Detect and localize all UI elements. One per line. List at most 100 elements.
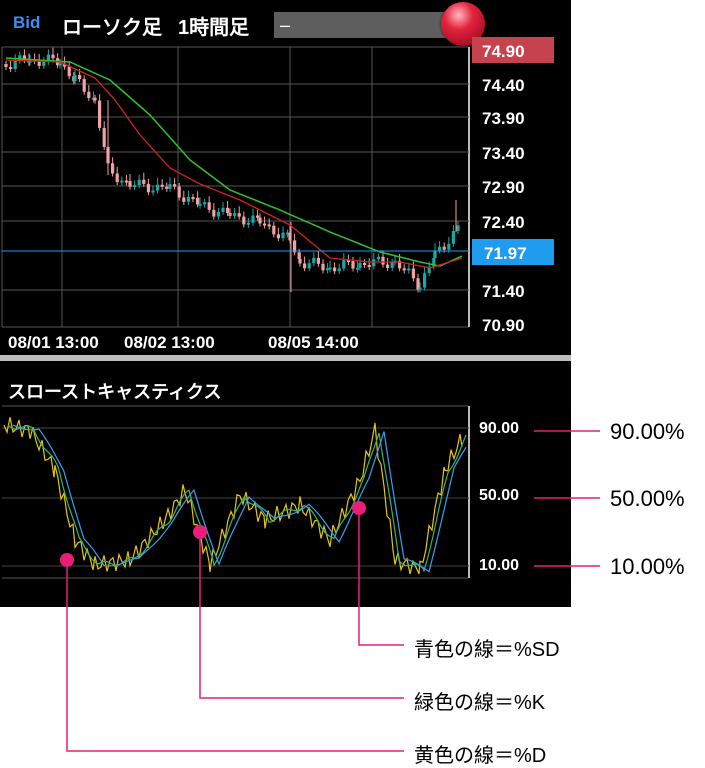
candle-body (98, 100, 102, 128)
candle-body (137, 179, 141, 186)
candle-body (124, 180, 128, 183)
callout-50: 50.00% (610, 486, 685, 511)
y-tick-label: 72.90 (482, 178, 525, 197)
candle-body (177, 186, 181, 198)
candle-body (423, 273, 427, 288)
candle-body (337, 268, 341, 272)
candle-body (115, 173, 119, 183)
candle-body (267, 224, 271, 227)
candle-body (111, 163, 115, 174)
candle-body (251, 215, 255, 223)
candle-body (151, 190, 155, 193)
chart-graphics: 74.90 74.40 73.90 73.40 72.90 72.40 71.9… (1, 37, 600, 752)
candle-body (451, 231, 455, 244)
candle-body (411, 268, 415, 279)
x-tick-label: 08/01 13:00 (8, 333, 99, 352)
candle-body (298, 258, 302, 264)
candle-body (246, 222, 250, 225)
stochastic-grid (2, 405, 470, 579)
candle-body (386, 264, 390, 268)
stoch-tick-label: 50.00 (479, 487, 519, 504)
candle-body (212, 209, 216, 217)
candle-body (196, 197, 200, 205)
candle-body (82, 79, 86, 92)
candle-body (233, 213, 237, 216)
candle-body (142, 179, 146, 184)
candle-body (456, 225, 460, 232)
y-tick-label: 73.40 (482, 144, 525, 163)
candle-body (198, 203, 202, 206)
callout-90: 90.00% (610, 419, 685, 444)
candle-body (358, 262, 362, 268)
candle-body (186, 197, 190, 202)
candle-body (407, 268, 411, 271)
candle-body (221, 207, 225, 213)
stoch-tick-label: 10.00 (479, 557, 519, 574)
candle-body (120, 180, 124, 183)
candle-body (146, 183, 150, 193)
candle-body (333, 267, 337, 272)
candle-body (165, 186, 169, 189)
candle-body (228, 213, 232, 216)
candle-body (418, 287, 422, 290)
bid-price-label: 71.97 (484, 244, 527, 263)
candle-body (73, 74, 77, 82)
candle-body (376, 256, 380, 260)
candle-body (328, 267, 332, 270)
candle-body (342, 260, 346, 269)
candle-body (67, 66, 71, 77)
candle-body (442, 246, 446, 250)
candle-body (312, 257, 316, 264)
sd-marker (352, 501, 366, 515)
y-tick-label: 70.90 (482, 316, 525, 335)
candle-body (381, 256, 385, 265)
candle-body (307, 263, 311, 269)
y-tick-label: 74.40 (482, 76, 525, 95)
candle-body (156, 184, 160, 191)
candle-body (128, 180, 132, 187)
candle-body (438, 246, 442, 251)
candle-body (316, 257, 320, 264)
candle-body (160, 184, 164, 187)
candle-body (207, 202, 211, 210)
candle-body (321, 263, 325, 271)
candle-body (102, 127, 106, 147)
candle-body (390, 262, 394, 268)
y-tick-label: 71.40 (482, 282, 525, 301)
candle-body (87, 91, 91, 98)
candle-body (263, 223, 267, 226)
k-marker (193, 525, 207, 539)
candle-body (402, 268, 406, 271)
candle-body (93, 97, 97, 101)
candle-body (168, 184, 172, 189)
candle-body (363, 262, 367, 266)
legend-sd: 青色の線＝%SD (414, 639, 560, 661)
candle-body (303, 263, 307, 269)
candle-body (256, 215, 260, 218)
y-tick-label: 72.40 (482, 213, 525, 232)
candle-body (51, 54, 55, 59)
candle-body (4, 64, 8, 67)
legend-d: 黄色の線＝%D (414, 745, 547, 767)
candle-body (182, 197, 186, 202)
ask-price-label: 74.90 (482, 42, 525, 61)
stoch-tick-label: 90.00 (479, 420, 519, 437)
price-grid (1, 46, 470, 328)
candle-body (242, 216, 246, 225)
moving-average-short (5, 59, 463, 269)
candle-body (356, 267, 360, 270)
callout-10: 10.00% (610, 554, 685, 579)
candle-body (78, 74, 82, 80)
candle-body (447, 243, 451, 250)
candle-body (281, 232, 285, 239)
candle-body (433, 250, 437, 259)
candle-body (372, 259, 376, 267)
candle-body (13, 60, 17, 70)
candle-body (133, 185, 137, 188)
candle-body (191, 197, 195, 200)
d-marker (60, 553, 74, 567)
candle-body (276, 234, 280, 239)
candle-body (237, 213, 241, 217)
candle-body (258, 217, 262, 224)
y-tick-label: 73.90 (482, 109, 525, 128)
